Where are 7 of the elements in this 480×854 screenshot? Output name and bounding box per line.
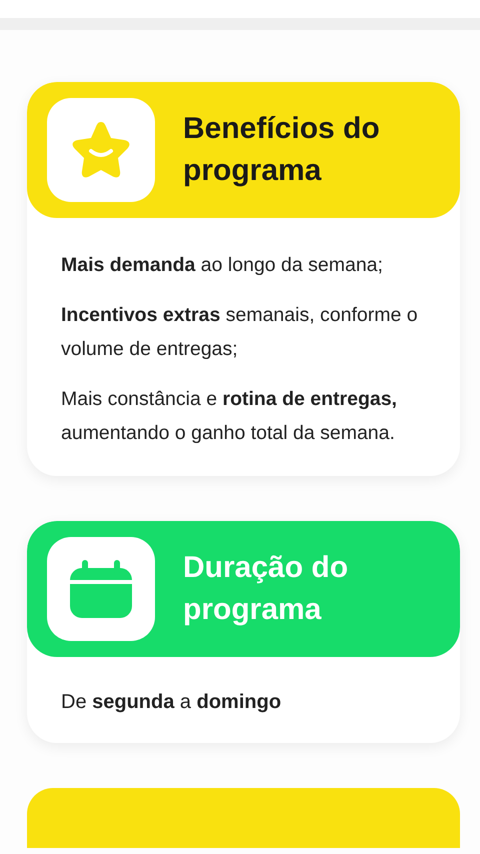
body-text: Mais demanda ao longo da semana; xyxy=(61,253,384,278)
body-text: Incentivos extras semanais, conforme o volume de entregas; xyxy=(61,303,419,362)
card-title: Duração do programa xyxy=(183,550,350,628)
card-title: Benefícios do programa xyxy=(183,111,381,189)
calendar-icon xyxy=(68,558,134,620)
body-text: De segunda a domingo xyxy=(61,690,282,715)
body-text: Mais constância e rotina de entregas, aumentando o ganho total da semana. xyxy=(61,387,398,446)
